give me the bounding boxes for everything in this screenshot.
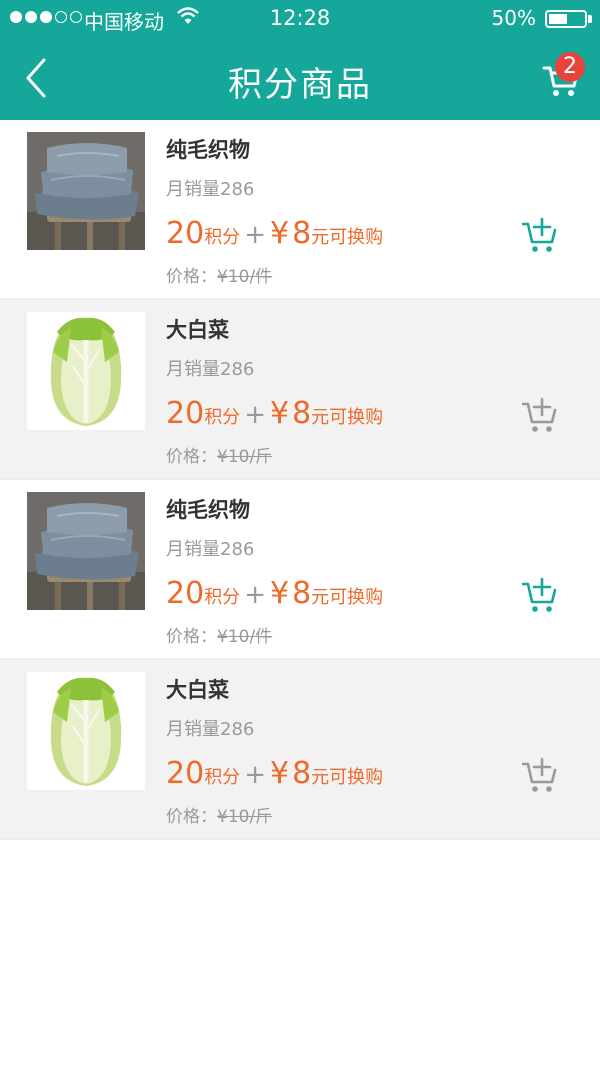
- cash-unit: 元可换购: [311, 587, 384, 608]
- points-value: 20: [166, 576, 205, 611]
- original-price: 价格：¥10/件: [166, 262, 272, 287]
- add-to-cart-button[interactable]: [521, 756, 558, 794]
- original-price-label: 价格：: [166, 807, 217, 827]
- exchange-price: 20积分 + ¥8元可换购: [166, 756, 383, 791]
- exchange-price: 20积分 + ¥8元可换购: [166, 576, 383, 611]
- original-price-label: 价格：: [166, 267, 217, 287]
- product-image: [27, 312, 145, 430]
- yen-sign: ¥: [269, 396, 290, 431]
- exchange-price: 20积分 + ¥8元可换购: [166, 216, 383, 251]
- product-item[interactable]: 大白菜 月销量286 20积分 + ¥8元可换购 价格：¥10/斤: [0, 660, 600, 840]
- points-unit: 积分: [204, 227, 241, 248]
- yen-sign: ¥: [269, 756, 290, 791]
- product-item[interactable]: 纯毛织物 月销量286 20积分 + ¥8元可换购 价格：¥10/件: [0, 480, 600, 660]
- add-cart-icon: [521, 577, 557, 612]
- original-price-value: ¥10/斤: [217, 447, 273, 467]
- plus-sign: +: [244, 760, 266, 790]
- points-unit: 积分: [204, 767, 241, 788]
- plus-sign: +: [244, 220, 266, 250]
- add-to-cart-button[interactable]: [521, 576, 558, 614]
- plus-sign: +: [244, 400, 266, 430]
- stacked-pillows-icon: [27, 132, 145, 250]
- cash-value: 8: [292, 576, 312, 611]
- product-name: 纯毛织物: [166, 498, 250, 522]
- yen-sign: ¥: [269, 576, 290, 611]
- exchange-price: 20积分 + ¥8元可换购: [166, 396, 383, 431]
- product-item[interactable]: 大白菜 月销量286 20积分 + ¥8元可换购 价格：¥10/斤: [0, 300, 600, 480]
- cash-value: 8: [292, 396, 312, 431]
- product-name: 大白菜: [166, 318, 229, 342]
- points-value: 20: [166, 216, 205, 251]
- battery-tip: [588, 15, 592, 23]
- cash-unit: 元可换购: [311, 407, 384, 428]
- cash-unit: 元可换购: [311, 227, 384, 248]
- cash-unit: 元可换购: [311, 767, 384, 788]
- cart-count-badge: 2: [555, 52, 585, 82]
- original-price: 价格：¥10/件: [166, 622, 272, 647]
- product-list: 纯毛织物 月销量286 20积分 + ¥8元可换购 价格：¥10/件 大白菜 月销量…: [0, 120, 600, 840]
- add-cart-icon: [521, 397, 557, 432]
- monthly-sales: 月销量286: [166, 539, 255, 560]
- original-price-value: ¥10/斤: [217, 807, 273, 827]
- product-item[interactable]: 纯毛织物 月销量286 20积分 + ¥8元可换购 价格：¥10/件: [0, 120, 600, 300]
- points-unit: 积分: [204, 587, 241, 608]
- monthly-sales: 月销量286: [166, 179, 255, 200]
- product-image: [27, 672, 145, 790]
- points-value: 20: [166, 396, 205, 431]
- add-to-cart-button[interactable]: [521, 396, 558, 434]
- battery-icon: [545, 10, 587, 28]
- original-price: 价格：¥10/斤: [166, 802, 272, 827]
- stacked-pillows-icon: [27, 492, 145, 610]
- product-image: [27, 492, 145, 610]
- add-to-cart-button[interactable]: [521, 216, 558, 254]
- status-bar: 中国移动 12:28 50%: [0, 0, 600, 38]
- original-price-label: 价格：: [166, 447, 217, 467]
- original-price: 价格：¥10/斤: [166, 442, 272, 467]
- add-cart-icon: [521, 217, 557, 252]
- plus-sign: +: [244, 580, 266, 610]
- points-unit: 积分: [204, 407, 241, 428]
- points-value: 20: [166, 756, 205, 791]
- monthly-sales: 月销量286: [166, 719, 255, 740]
- napa-cabbage-icon: [27, 312, 145, 430]
- cash-value: 8: [292, 216, 312, 251]
- original-price-label: 价格：: [166, 627, 217, 647]
- top-bar: 中国移动 12:28 50% 积分商品 2: [0, 0, 600, 120]
- original-price-value: ¥10/件: [217, 627, 273, 647]
- monthly-sales: 月销量286: [166, 359, 255, 380]
- add-cart-icon: [521, 757, 557, 792]
- product-image: [27, 132, 145, 250]
- product-name: 大白菜: [166, 678, 229, 702]
- battery-percent: 50%: [491, 6, 536, 30]
- product-name: 纯毛织物: [166, 138, 250, 162]
- cash-value: 8: [292, 756, 312, 791]
- page-title: 积分商品: [228, 65, 372, 105]
- yen-sign: ¥: [269, 216, 290, 251]
- napa-cabbage-icon: [27, 672, 145, 790]
- original-price-value: ¥10/件: [217, 267, 273, 287]
